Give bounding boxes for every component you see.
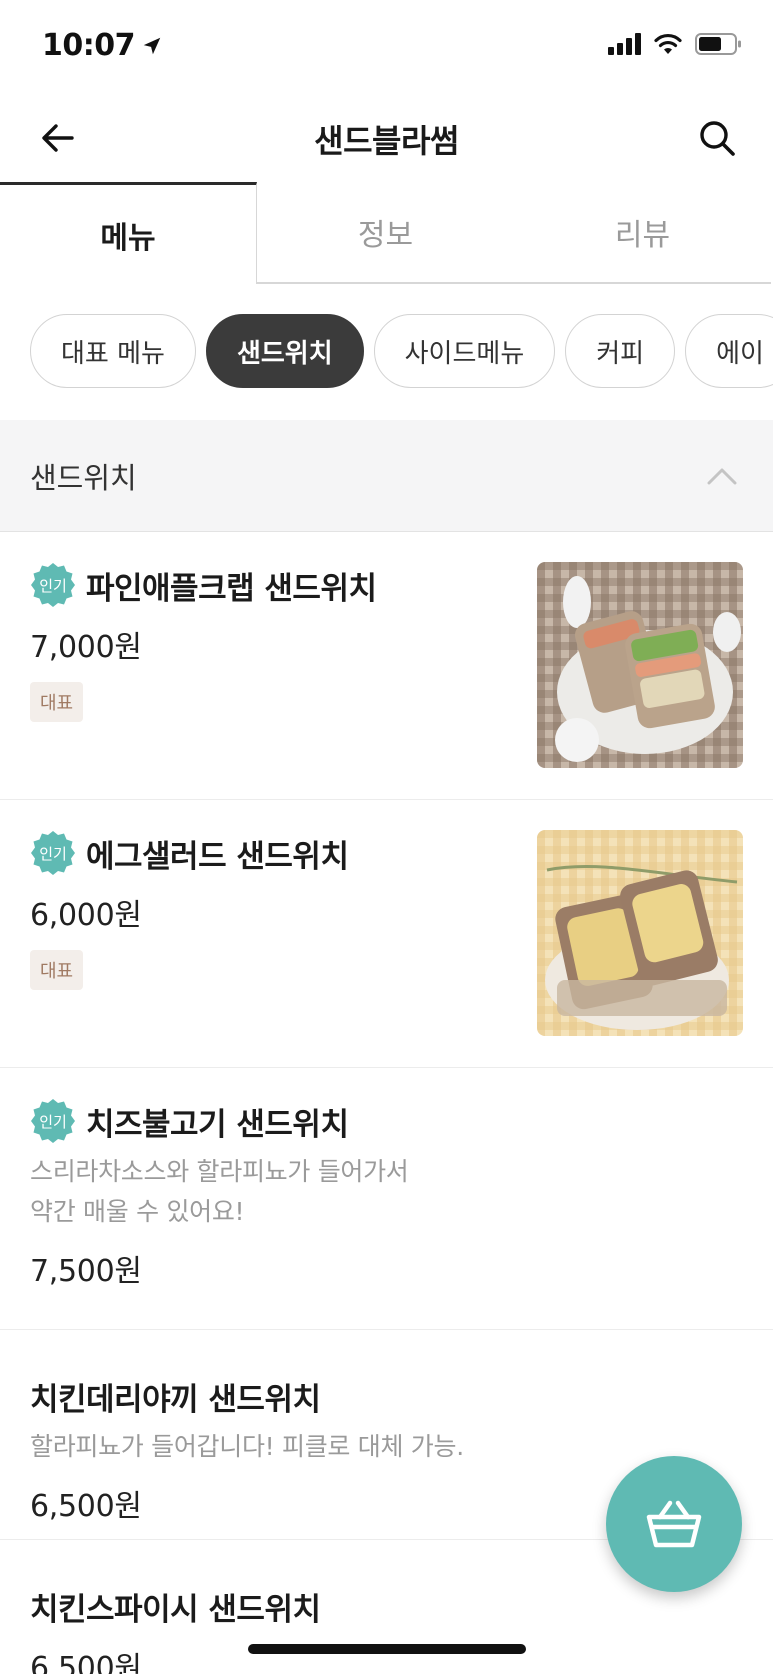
basket-icon xyxy=(646,1500,702,1548)
tab-bar: 메뉴 정보 리뷰 xyxy=(0,182,773,284)
wifi-icon xyxy=(654,33,682,54)
section-header[interactable]: 샌드위치 xyxy=(0,420,773,532)
menu-item-photo xyxy=(537,562,743,768)
menu-item-photo xyxy=(537,830,743,1036)
signature-tag: 대표 xyxy=(30,682,84,722)
chip-side-menu[interactable]: 사이드메뉴 xyxy=(373,314,556,388)
menu-item-name: 파인애플크랩 샌드위치 xyxy=(86,570,377,607)
category-chips: 대표 메뉴 샌드위치 사이드메뉴 커피 에이 xyxy=(30,314,773,390)
search-icon xyxy=(700,121,735,156)
search-button[interactable] xyxy=(691,112,743,164)
description-line: 약간 매울 수 있어요! xyxy=(30,1197,245,1226)
menu-item[interactable]: 인기 파인애플크랩 샌드위치 7,000원 대표 xyxy=(0,532,773,800)
section-title: 샌드위치 xyxy=(30,460,137,495)
svg-text:인기: 인기 xyxy=(39,577,67,595)
status-time: 10:07 xyxy=(42,28,163,63)
menu-item-description: 할라피뇨가 들어갑니다! 피클로 대체 가능. xyxy=(30,1432,464,1461)
description-line: 스리라차소스와 할라피뇨가 들어가서 xyxy=(30,1157,409,1186)
location-arrow-icon xyxy=(143,37,161,54)
tab-info[interactable]: 정보 xyxy=(257,182,514,284)
svg-text:인기: 인기 xyxy=(39,1113,67,1131)
chip-coffee[interactable]: 커피 xyxy=(565,314,676,388)
menu-item-price: 7,500원 xyxy=(30,1254,142,1289)
menu-item-description: 스리라차소스와 할라피뇨가 들어가서 약간 매울 수 있어요! xyxy=(30,1152,743,1232)
home-indicator xyxy=(248,1644,526,1654)
menu-item-name: 에그샐러드 샌드위치 xyxy=(86,838,349,875)
clock-text: 10:07 xyxy=(42,28,136,63)
menu-item-name: 치킨스파이시 샌드위치 xyxy=(30,1592,321,1628)
chip-sandwich[interactable]: 샌드위치 xyxy=(205,314,364,388)
chevron-up-icon[interactable] xyxy=(707,467,737,485)
popular-badge: 인기 xyxy=(31,831,75,875)
page-title: 샌드블라썸 xyxy=(314,122,459,160)
menu-item[interactable]: 인기 에그샐러드 샌드위치 6,000원 대표 xyxy=(0,800,773,1068)
chip-signature-menu[interactable]: 대표 메뉴 xyxy=(30,314,196,388)
menu-item-name: 치즈불고기 샌드위치 xyxy=(86,1106,349,1143)
status-icons xyxy=(608,32,743,56)
popular-badge: 인기 xyxy=(31,563,75,607)
chip-ade[interactable]: 에이 xyxy=(685,314,773,388)
menu-item-name: 치킨데리야끼 샌드위치 xyxy=(30,1382,321,1418)
menu-item-name-row: 인기 치즈불고기 샌드위치 xyxy=(30,1098,743,1144)
menu-item[interactable]: 인기 치즈불고기 샌드위치 스리라차소스와 할라피뇨가 들어가서 약간 매울 수… xyxy=(0,1068,773,1330)
tab-reviews[interactable]: 리뷰 xyxy=(514,182,771,284)
popular-badge: 인기 xyxy=(31,1099,75,1143)
battery-icon xyxy=(695,33,741,55)
tab-menu[interactable]: 메뉴 xyxy=(0,182,257,284)
signature-tag: 대표 xyxy=(30,950,84,990)
cart-button[interactable] xyxy=(606,1456,742,1592)
cellular-signal-icon xyxy=(608,33,641,55)
status-bar: 10:07 xyxy=(0,0,773,96)
svg-text:인기: 인기 xyxy=(39,845,67,863)
header: 샌드블라썸 xyxy=(0,96,773,182)
